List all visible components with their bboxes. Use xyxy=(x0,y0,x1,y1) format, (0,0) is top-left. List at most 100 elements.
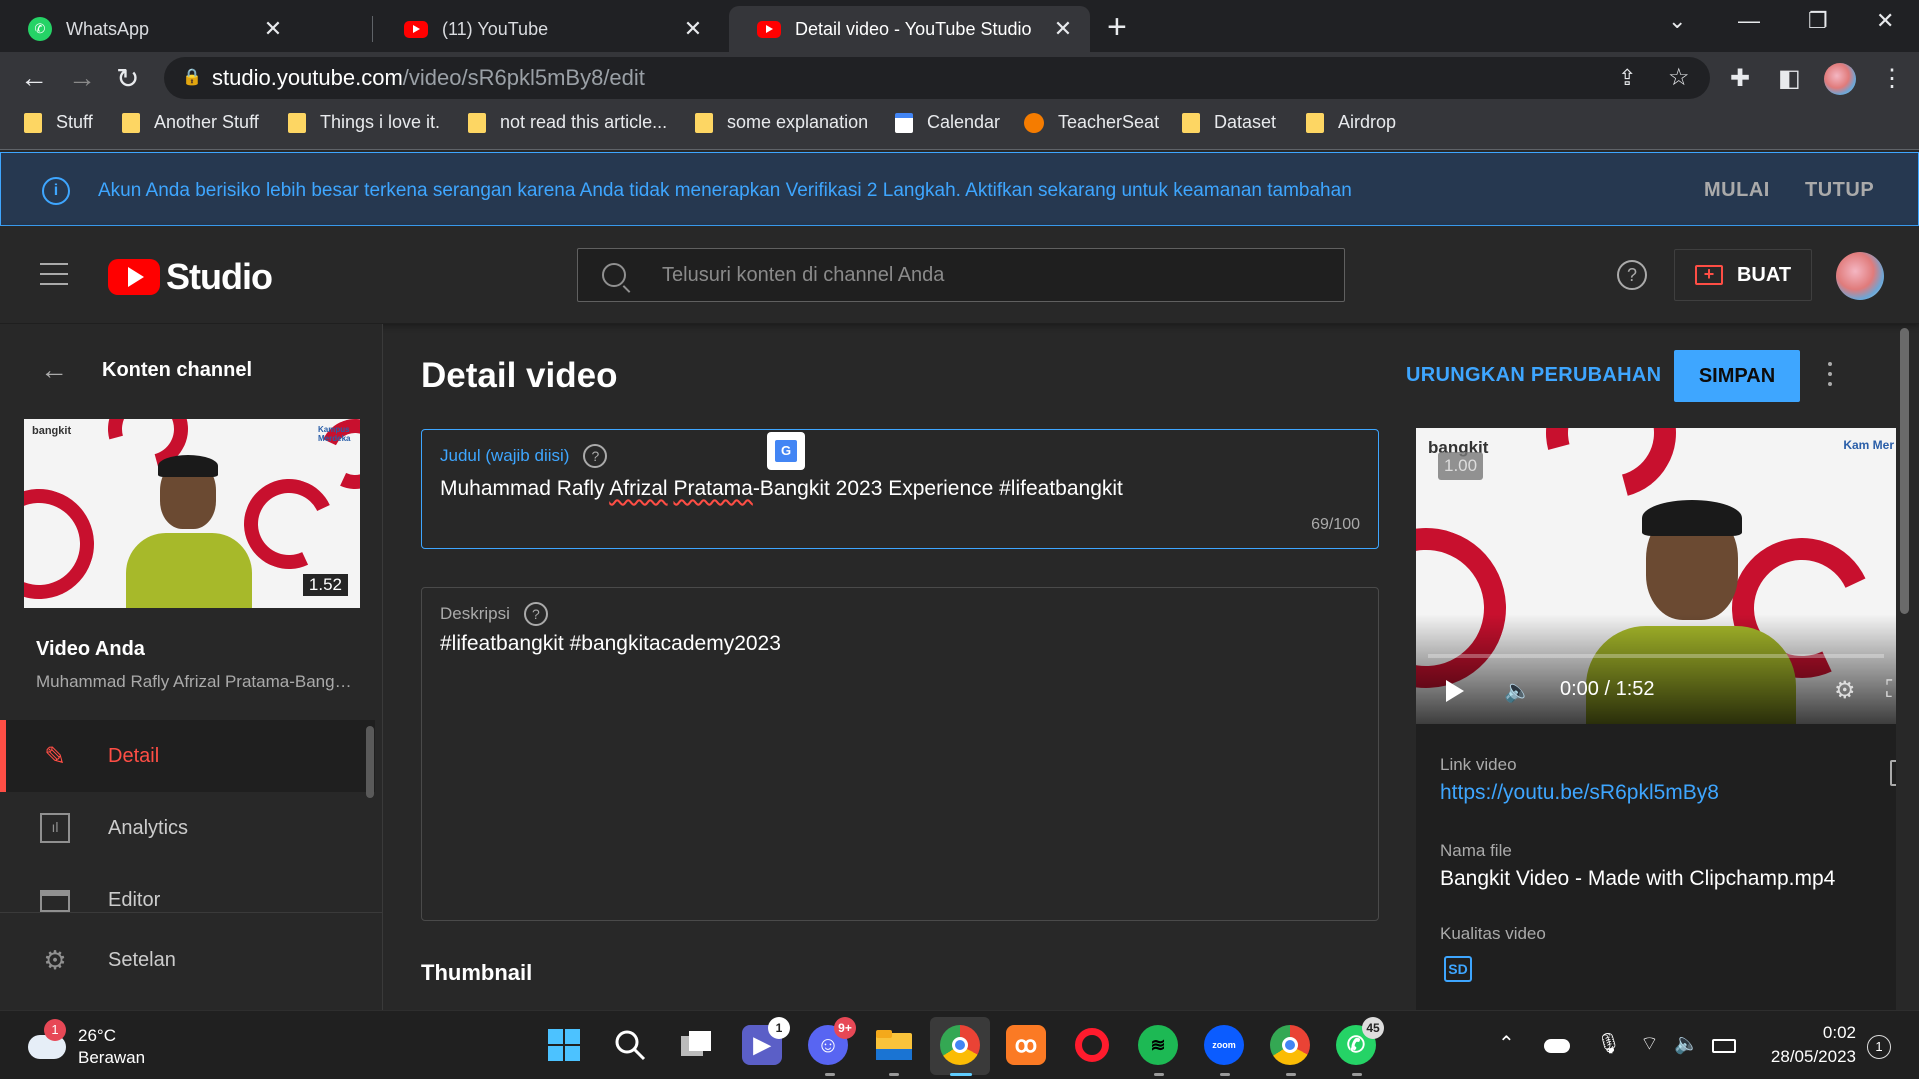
sidebar-item-label: Detail xyxy=(108,744,160,767)
chrome-menu-icon[interactable]: ⋮ xyxy=(1880,64,1904,93)
url-input[interactable]: 🔒 studio.youtube.com/video/sR6pkl5mBy8/e… xyxy=(164,57,1710,99)
weather-badge: 1 xyxy=(44,1019,66,1041)
sidebar-item-settings[interactable]: ⚙ Setelan xyxy=(0,924,375,996)
notification-badge[interactable]: 1 xyxy=(1867,1035,1891,1059)
your-video-title: Muhammad Rafly Afrizal Pratama-Bangkit 2… xyxy=(36,672,356,691)
help-icon[interactable]: ? xyxy=(583,444,608,468)
extensions-icon[interactable]: ✚ xyxy=(1730,64,1750,93)
bookmark-airdrop[interactable]: Airdrop xyxy=(1306,112,1396,133)
new-tab-button[interactable]: + xyxy=(1107,8,1127,47)
spotify-icon[interactable]: ≋ xyxy=(1138,1025,1178,1065)
fullscreen-icon[interactable]: ⛶ xyxy=(1886,676,1896,704)
side-panel-icon[interactable]: ◧ xyxy=(1778,64,1801,93)
info-icon: i xyxy=(42,177,70,205)
folder-icon xyxy=(24,112,42,133)
bookmark-things[interactable]: Things i love it. xyxy=(288,112,440,133)
sidebar-item-analytics[interactable]: ıl Analytics xyxy=(0,792,375,864)
close-icon[interactable]: ✕ xyxy=(1050,16,1076,42)
bookmark-another-stuff[interactable]: Another Stuff xyxy=(122,112,259,133)
video-link[interactable]: https://youtu.be/sR6pkl5mBy8 xyxy=(1440,781,1719,805)
channel-search-input[interactable]: Telusuri konten di channel Anda xyxy=(577,248,1345,302)
bookmark-star-icon[interactable]: ☆ xyxy=(1668,63,1690,92)
browser-tab-bar: ✆ WhatsApp ✕ (11) YouTube ✕ Detail video… xyxy=(0,0,1919,52)
bookmark-explanation[interactable]: some explanation xyxy=(695,112,868,133)
speaker-icon[interactable]: 🔈 xyxy=(1674,1031,1699,1056)
forward-arrow-icon[interactable]: → xyxy=(68,62,96,94)
bookmark-teacherseat[interactable]: TeacherSeat xyxy=(1024,112,1159,133)
google-translate-icon[interactable]: G xyxy=(767,432,805,470)
battery-icon[interactable] xyxy=(1712,1039,1736,1053)
create-button[interactable]: + BUAT xyxy=(1674,249,1812,301)
sidebar-scrollbar[interactable] xyxy=(366,726,374,798)
teams-icon[interactable]: ▶ 1 xyxy=(742,1017,790,1065)
zoom-icon[interactable]: zoom xyxy=(1204,1025,1244,1065)
restore-icon[interactable]: ❐ xyxy=(1808,8,1828,34)
help-icon[interactable]: ? xyxy=(523,602,548,626)
description-input-value[interactable]: #lifeatbangkit #bangkitacademy2023 xyxy=(440,632,781,656)
window-close-icon[interactable]: ✕ xyxy=(1876,8,1894,34)
weather-widget[interactable]: 1 26°C Berawan xyxy=(28,1019,145,1069)
alert-close-button[interactable]: TUTUP xyxy=(1805,179,1874,202)
tab-youtube-studio[interactable]: Detail video - YouTube Studio ✕ xyxy=(729,6,1090,52)
player-progress-bar[interactable] xyxy=(1428,654,1884,658)
tab-youtube[interactable]: (11) YouTube ✕ xyxy=(376,6,720,52)
file-explorer-icon[interactable] xyxy=(874,1025,914,1065)
reload-icon[interactable]: ↻ xyxy=(116,62,139,95)
volume-icon[interactable]: 🔈 xyxy=(1504,678,1531,704)
title-text-misspelled: Pratama xyxy=(673,477,753,500)
discord-icon[interactable]: ☺ 9+ xyxy=(808,1017,856,1065)
back-arrow-icon[interactable]: ← xyxy=(20,62,48,94)
whatsapp-icon[interactable]: ✆ 45 xyxy=(1336,1017,1384,1065)
url-path: /video/sR6pkl5mBy8/edit xyxy=(402,65,645,90)
back-to-content-link[interactable]: ← Konten channel xyxy=(40,354,252,386)
studio-logo[interactable]: Studio xyxy=(108,256,273,298)
start-icon[interactable] xyxy=(544,1025,584,1065)
close-icon[interactable]: ✕ xyxy=(680,16,706,42)
video-link-label: Link video xyxy=(1440,755,1517,774)
wifi-icon[interactable]: ⌔ xyxy=(1640,1031,1659,1056)
video-player[interactable]: bangkit Kam Mer 1.00 🔈 0:00 / 1:52 ⚙ ⛶ xyxy=(1416,428,1896,724)
main-scrollbar[interactable] xyxy=(1900,328,1909,614)
chrome-profile-avatar[interactable] xyxy=(1824,63,1856,95)
save-button[interactable]: SIMPAN xyxy=(1674,350,1800,402)
sidebar-item-label: Analytics xyxy=(108,816,189,839)
share-icon[interactable]: ⇪ xyxy=(1618,65,1636,91)
tab-search-icon[interactable]: ⌄ xyxy=(1668,8,1686,34)
account-avatar[interactable] xyxy=(1836,252,1884,300)
opera-icon[interactable] xyxy=(1072,1025,1112,1065)
chevron-up-icon[interactable]: ⌃ xyxy=(1498,1031,1515,1056)
bookmark-article[interactable]: not read this article... xyxy=(468,112,667,133)
tab-whatsapp[interactable]: ✆ WhatsApp ✕ xyxy=(0,6,300,52)
sidebar-item-detail[interactable]: ✎ Detail xyxy=(0,720,375,792)
system-clock[interactable]: 0:02 28/05/2023 xyxy=(1756,1021,1856,1069)
menu-icon[interactable] xyxy=(40,263,68,293)
bookmark-calendar[interactable]: Calendar xyxy=(895,112,1000,133)
playback-speed-badge: 1.00 xyxy=(1438,452,1484,480)
title-input-value[interactable]: Muhammad Rafly Afrizal Pratama-Bangkit 2… xyxy=(440,477,1123,501)
alert-start-button[interactable]: MULAI xyxy=(1704,179,1770,202)
task-view-icon[interactable] xyxy=(676,1025,716,1065)
onedrive-icon[interactable] xyxy=(1544,1039,1570,1053)
gear-icon: ⚙ xyxy=(43,945,67,975)
minimize-icon[interactable]: — xyxy=(1738,8,1760,34)
more-options-icon[interactable] xyxy=(1828,362,1834,392)
description-field[interactable]: Deskripsi ? #lifeatbangkit #bangkitacade… xyxy=(421,587,1379,921)
help-icon[interactable]: ? xyxy=(1617,260,1647,290)
close-icon[interactable]: ✕ xyxy=(260,16,286,42)
chrome-icon[interactable] xyxy=(940,1025,980,1065)
sidebar-item-label: Setelan xyxy=(108,948,176,971)
undo-changes-button[interactable]: URUNGKAN PERUBAHAN xyxy=(1406,364,1661,387)
title-field[interactable]: Judul (wajib diisi) ? Muhammad Rafly Afr… xyxy=(421,429,1379,549)
xampp-icon[interactable]: ꝏ xyxy=(1006,1025,1046,1065)
play-icon[interactable] xyxy=(1446,680,1464,702)
microphone-icon[interactable]: 🎙 xyxy=(1596,1031,1621,1056)
search-icon[interactable] xyxy=(610,1025,650,1065)
video-thumbnail[interactable]: bangkit Kampus Merdeka 1.52 xyxy=(24,419,360,608)
player-settings-icon[interactable]: ⚙ xyxy=(1834,676,1856,705)
bookmark-dataset[interactable]: Dataset xyxy=(1182,112,1276,133)
bookmark-stuff[interactable]: Stuff xyxy=(24,112,93,133)
copy-icon[interactable] xyxy=(1890,760,1896,786)
thumb-brand: bangkit xyxy=(32,425,72,437)
chrome-profile-icon[interactable] xyxy=(1270,1025,1310,1065)
folder-icon xyxy=(468,112,486,133)
